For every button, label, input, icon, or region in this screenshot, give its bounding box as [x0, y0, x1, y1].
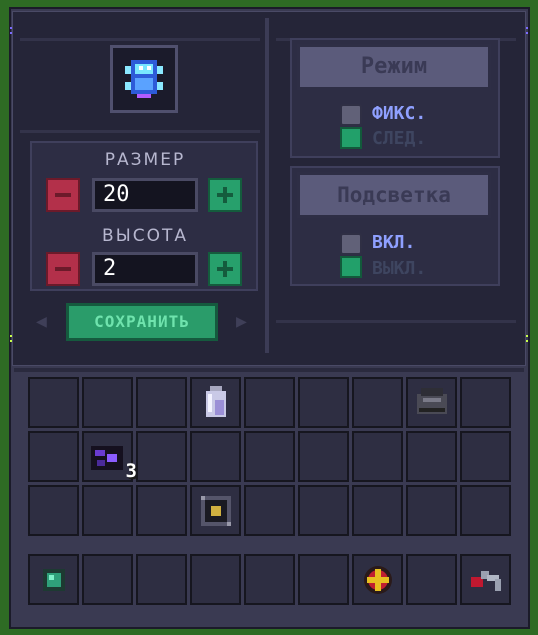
inventory-slot[interactable] — [136, 431, 187, 482]
hotbar-slot[interactable] — [460, 554, 511, 605]
inventory-slot[interactable] — [460, 377, 511, 428]
inventory-slot[interactable] — [136, 485, 187, 536]
inventory-slot[interactable] — [28, 485, 79, 536]
highlight-option-active[interactable]: ВКЛ. — [372, 232, 415, 253]
toggle-knob — [340, 104, 362, 126]
inventory-slot[interactable] — [298, 485, 349, 536]
inventory-slot[interactable] — [244, 377, 295, 428]
mode-option-inactive[interactable]: СЛЕД. — [372, 128, 426, 149]
machine-frame-icon — [201, 496, 231, 526]
inventory-slot[interactable] — [244, 485, 295, 536]
height-label: ВЫСОТА — [102, 226, 188, 246]
save-button[interactable]: СОХРАНИТЬ — [66, 303, 218, 341]
wrench-tool-icon — [471, 571, 501, 591]
inventory-slot[interactable]: 3 — [82, 431, 137, 482]
inventory-slot[interactable] — [28, 377, 79, 428]
mode-button[interactable]: Режим — [297, 44, 491, 90]
mode-option-active[interactable]: ФИКС. — [372, 103, 426, 124]
red-yellow-orb-icon — [364, 566, 392, 594]
inventory-slot[interactable] — [28, 431, 79, 482]
inventory-slot[interactable] — [190, 485, 241, 536]
inventory-slot[interactable] — [352, 431, 403, 482]
hotbar-slot[interactable] — [28, 554, 79, 605]
inventory-slot[interactable] — [406, 431, 457, 482]
inventory-slot[interactable] — [460, 485, 511, 536]
dark-crystal-block-icon — [91, 446, 123, 470]
section-separator — [14, 368, 524, 372]
toggle-indicator — [340, 127, 362, 149]
inventory-slot[interactable] — [352, 485, 403, 536]
size-decrease-button[interactable] — [46, 178, 80, 212]
height-decrease-button[interactable] — [46, 252, 80, 286]
inventory-slot[interactable] — [406, 377, 457, 428]
highlight-toggle[interactable] — [340, 233, 362, 279]
toggle-knob — [340, 233, 362, 255]
height-field[interactable]: 2 — [92, 252, 198, 286]
highlight-button[interactable]: Подсветка — [297, 172, 491, 218]
hotbar-slot[interactable] — [352, 554, 403, 605]
player-inventory: 3 — [27, 376, 514, 541]
hotbar-slot[interactable] — [406, 554, 457, 605]
glass-bottle-icon — [206, 386, 226, 417]
hotbar-slot[interactable] — [298, 554, 349, 605]
divider-line — [20, 130, 260, 133]
mode-toggle[interactable] — [340, 104, 362, 150]
hotbar-slot[interactable] — [244, 554, 295, 605]
hotbar-slot[interactable] — [82, 554, 133, 605]
anvil-block-icon — [417, 388, 447, 414]
inventory-slot[interactable] — [352, 377, 403, 428]
size-increase-button[interactable] — [208, 178, 242, 212]
divider-line — [20, 38, 260, 41]
highlight-option-inactive[interactable]: ВЫКЛ. — [372, 258, 426, 279]
inventory-slot[interactable] — [190, 377, 241, 428]
inventory-slot[interactable] — [190, 431, 241, 482]
hotbar-slot[interactable] — [190, 554, 241, 605]
inventory-slot[interactable] — [406, 485, 457, 536]
size-field[interactable]: 20 — [92, 178, 198, 212]
selected-block-slot — [110, 45, 178, 113]
inventory-slot[interactable] — [298, 431, 349, 482]
arrow-right-icon: ▶ — [236, 311, 247, 332]
glowing-beetle-icon — [125, 60, 163, 98]
arrow-left-icon: ◀ — [36, 311, 47, 332]
divider-line — [276, 320, 516, 323]
inventory-slot[interactable] — [82, 485, 133, 536]
inventory-slot[interactable] — [460, 431, 511, 482]
inventory-slot[interactable] — [244, 431, 295, 482]
hotbar — [27, 553, 514, 608]
size-label: РАЗМЕР — [104, 150, 186, 170]
toggle-indicator — [340, 256, 362, 278]
height-increase-button[interactable] — [208, 252, 242, 286]
hotbar-slot[interactable] — [136, 554, 187, 605]
green-gem-icon — [43, 569, 65, 591]
inventory-slot[interactable] — [82, 377, 133, 428]
inventory-slot[interactable] — [136, 377, 187, 428]
panel-divider — [265, 18, 269, 353]
inventory-slot[interactable] — [298, 377, 349, 428]
